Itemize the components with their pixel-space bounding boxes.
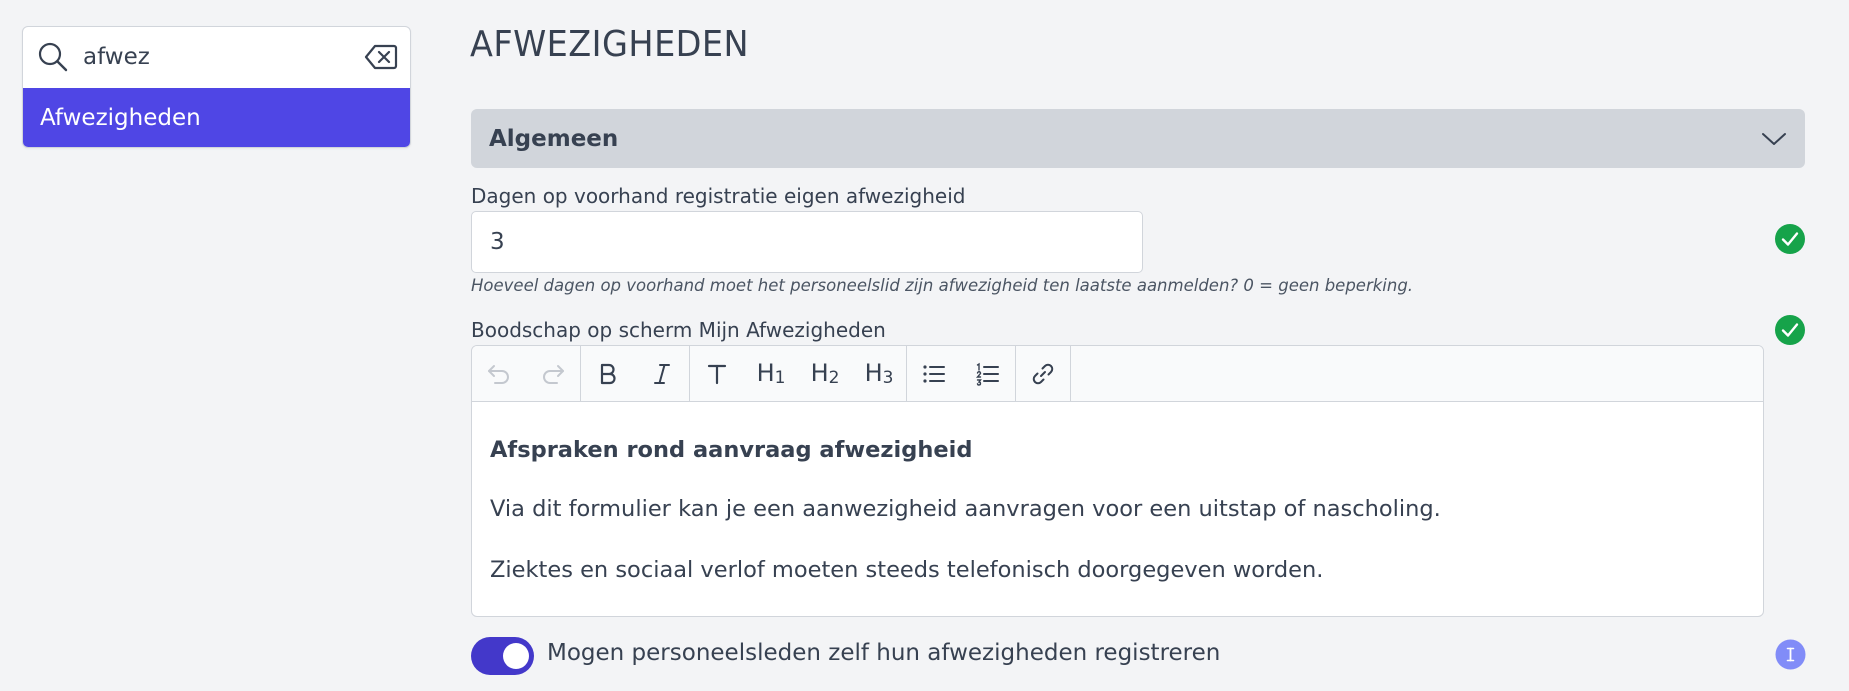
heading1-button[interactable]: H1	[744, 346, 798, 401]
undo-icon	[488, 364, 509, 384]
ordered-list-button[interactable]	[961, 346, 1015, 401]
editor-content[interactable]: Afspraken rond aanvraag afwezigheid Via …	[472, 402, 1763, 603]
heading2-button[interactable]: H2	[798, 346, 852, 401]
link-icon	[1032, 363, 1054, 384]
search-panel: Afwezigheden	[22, 26, 411, 148]
search-input[interactable]	[81, 37, 375, 77]
toolbar-link-group	[1016, 346, 1071, 401]
section-title: Algemeen	[489, 125, 619, 152]
bullet-list-icon	[923, 364, 945, 383]
editor-toolbar: H1 H2 H3	[472, 346, 1763, 402]
search-icon	[38, 42, 68, 72]
editor-paragraph: Via dit formulier kan je een aanwezighei…	[490, 496, 1441, 523]
self-register-toggle[interactable]	[471, 637, 534, 675]
clear-icon[interactable]	[364, 43, 398, 71]
undo-button[interactable]	[472, 346, 526, 401]
text-icon	[707, 364, 727, 384]
search-result-item[interactable]: Afwezigheden	[23, 88, 410, 147]
toggle-knob	[503, 643, 529, 669]
editor-heading: Afspraken rond aanvraag afwezigheid	[490, 437, 973, 463]
paragraph-button[interactable]	[690, 346, 744, 401]
days-field[interactable]	[471, 211, 1143, 273]
check-circle-icon	[1775, 315, 1805, 345]
self-register-label: Mogen personeelsleden zelf hun afwezighe…	[547, 640, 1221, 666]
bold-icon	[600, 363, 616, 384]
editor-paragraph: Ziektes en sociaal verlof moeten steeds …	[490, 556, 1324, 583]
page-title: AFWEZIGHEDEN	[470, 24, 750, 65]
redo-button[interactable]	[526, 346, 580, 401]
italic-button[interactable]	[635, 346, 689, 401]
check-circle-icon	[1775, 224, 1805, 254]
chevron-down-icon	[1762, 132, 1786, 145]
info-icon[interactable]	[1775, 639, 1806, 670]
message-field-label: Boodschap op scherm Mijn Afwezigheden	[471, 318, 886, 342]
heading2-label: H2	[810, 359, 840, 388]
italic-icon	[654, 363, 670, 384]
bold-button[interactable]	[581, 346, 635, 401]
section-header-algemeen[interactable]: Algemeen	[471, 109, 1805, 168]
heading3-label: H3	[864, 359, 894, 388]
redo-icon	[543, 364, 564, 384]
days-field-label: Dagen op voorhand registratie eigen afwe…	[471, 184, 966, 208]
toolbar-list-group	[907, 346, 1016, 401]
rich-text-editor: H1 H2 H3 Afspraken rond aanvraag afwezig…	[471, 345, 1764, 617]
heading3-button[interactable]: H3	[852, 346, 906, 401]
ordered-list-icon	[975, 362, 999, 386]
toolbar-format-group	[581, 346, 690, 401]
days-field-help: Hoeveel dagen op voorhand moet het perso…	[471, 276, 1414, 295]
toolbar-heading-group: H1 H2 H3	[690, 346, 907, 401]
bullet-list-button[interactable]	[907, 346, 961, 401]
link-button[interactable]	[1016, 346, 1070, 401]
heading1-label: H1	[756, 359, 786, 388]
search-row	[23, 27, 410, 87]
toolbar-history-group	[472, 346, 581, 401]
